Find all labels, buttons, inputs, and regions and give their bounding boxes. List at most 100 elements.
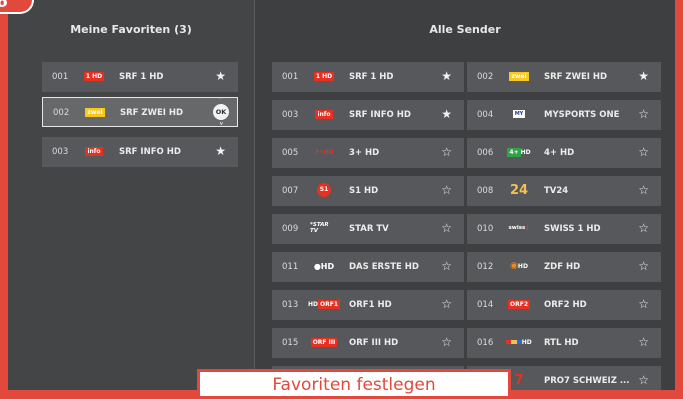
tv-channel-screen: Meine Favoriten (3) 001 1 HD SRF 1 HD ★ … bbox=[8, 0, 675, 390]
tv24-logo: 24 bbox=[509, 182, 529, 198]
channel-name: SWISS 1 HD bbox=[544, 224, 601, 234]
ok-button[interactable]: OK bbox=[213, 104, 229, 120]
channel-number: 003 bbox=[52, 147, 69, 157]
channel-number: 004 bbox=[477, 110, 494, 120]
channel-name: ZDF HD bbox=[544, 262, 581, 272]
channel-number: 007 bbox=[282, 186, 299, 196]
fav-channel-row[interactable]: 001 1 HD SRF 1 HD ★ bbox=[42, 62, 238, 92]
channel-name: MYSPORTS ONE bbox=[544, 110, 620, 120]
channel-number: 012 bbox=[477, 262, 494, 272]
star-outline-icon[interactable]: ☆ bbox=[638, 259, 649, 273]
channel-number: 002 bbox=[53, 108, 70, 118]
star-filled-icon[interactable]: ★ bbox=[638, 69, 649, 83]
favorites-title: Meine Favoriten (3) bbox=[70, 23, 192, 36]
star-filled-icon[interactable]: ★ bbox=[215, 69, 226, 83]
star-outline-icon[interactable]: ☆ bbox=[441, 145, 452, 159]
star-outline-icon[interactable]: ☆ bbox=[441, 183, 452, 197]
channel-number: 001 bbox=[52, 72, 69, 82]
move-down-icon[interactable]: v bbox=[220, 122, 223, 127]
channel-number: 014 bbox=[477, 300, 494, 310]
star-outline-icon[interactable]: ☆ bbox=[638, 145, 649, 159]
orf2-logo: ORF2 bbox=[508, 299, 530, 309]
fav-channel-row[interactable]: 003 info SRF INFO HD ★ bbox=[42, 137, 238, 167]
star-filled-icon[interactable]: ★ bbox=[441, 69, 452, 83]
channel-name: DAS ERSTE HD bbox=[349, 262, 419, 272]
channel-number: 016 bbox=[477, 338, 494, 348]
srf1-logo: 1 HD bbox=[313, 71, 335, 81]
channel-number: 010 bbox=[477, 224, 494, 234]
channel-row[interactable]: 015 ORF III ORF III HD ☆ bbox=[272, 328, 464, 358]
channel-number: 005 bbox=[282, 148, 299, 158]
channel-row[interactable]: 012 ◉ HD ZDF HD ☆ bbox=[467, 252, 661, 282]
channel-name: PRO7 SCHWEIZ ... bbox=[544, 376, 630, 386]
channel-row[interactable]: 013 HD ORF1 ORF1 HD ☆ bbox=[272, 290, 464, 320]
channel-name: SRF 1 HD bbox=[119, 72, 164, 82]
srf-info-logo: info bbox=[85, 146, 103, 156]
channel-row[interactable]: 008 24 TV24 ☆ bbox=[467, 176, 661, 206]
zdf-logo: ◉ HD bbox=[510, 261, 528, 271]
channel-row[interactable]: 001 1 HD SRF 1 HD ★ bbox=[272, 62, 464, 92]
channel-row[interactable]: 004 MY MYSPORTS ONE ☆ bbox=[467, 100, 661, 130]
channel-row[interactable]: 014 ORF2 ORF2 HD ☆ bbox=[467, 290, 661, 320]
star-outline-icon[interactable]: ☆ bbox=[638, 373, 649, 387]
3plus-logo: 3+HD bbox=[314, 148, 334, 156]
fav-channel-row-selected[interactable]: 002 zwei SRF ZWEI HD ^ OK v bbox=[42, 97, 238, 127]
channel-name: ORF1 HD bbox=[349, 300, 392, 310]
channel-number: 008 bbox=[477, 186, 494, 196]
channel-row[interactable]: 010 swiss 1 SWISS 1 HD ☆ bbox=[467, 214, 661, 244]
channel-row[interactable]: 011 ●HD DAS ERSTE HD ☆ bbox=[272, 252, 464, 282]
channel-number: 006 bbox=[477, 148, 494, 158]
move-up-icon[interactable]: ^ bbox=[219, 98, 223, 103]
channel-number: 009 bbox=[282, 224, 299, 234]
srf-info-logo: info bbox=[315, 109, 333, 119]
channel-row[interactable]: 007 S1 S1 HD ☆ bbox=[272, 176, 464, 206]
channel-name: RTL HD bbox=[544, 338, 579, 348]
star-outline-icon[interactable]: ☆ bbox=[638, 221, 649, 235]
channel-name: S1 HD bbox=[349, 186, 379, 196]
star-tv-logo: *STAR TV bbox=[310, 222, 329, 234]
channel-number: 011 bbox=[282, 262, 299, 272]
star-outline-icon[interactable]: ☆ bbox=[638, 297, 649, 311]
channel-number: 002 bbox=[477, 72, 494, 82]
star-outline-icon[interactable]: ☆ bbox=[441, 259, 452, 273]
channel-row[interactable]: 003 info SRF INFO HD ★ bbox=[272, 100, 464, 130]
channel-name: 3+ HD bbox=[349, 148, 380, 158]
channel-row[interactable]: 006 4+ HD 4+ HD ☆ bbox=[467, 138, 661, 168]
das-erste-logo: ●HD bbox=[313, 261, 335, 271]
star-filled-icon[interactable]: ★ bbox=[215, 144, 226, 158]
channel-name: ORF III HD bbox=[349, 338, 399, 348]
channel-name: SRF ZWEI HD bbox=[544, 72, 608, 82]
swiss1-logo: swiss 1 bbox=[508, 224, 530, 232]
channel-name: SRF INFO HD bbox=[119, 147, 181, 157]
star-outline-icon[interactable]: ☆ bbox=[441, 221, 452, 235]
all-channels-title: Alle Sender bbox=[429, 23, 501, 36]
mysports-logo: MY bbox=[512, 110, 526, 118]
channel-row[interactable]: 009 *STAR TV STAR TV ☆ bbox=[272, 214, 464, 244]
channel-name: SRF INFO HD bbox=[349, 110, 411, 120]
star-outline-icon[interactable]: ☆ bbox=[441, 297, 452, 311]
channel-number: 003 bbox=[282, 110, 299, 120]
rtl-logo: ... HD bbox=[506, 338, 532, 346]
star-outline-icon[interactable]: ☆ bbox=[638, 183, 649, 197]
s1-logo: S1 bbox=[310, 183, 338, 197]
channel-row[interactable]: 016 ... HD RTL HD ☆ bbox=[467, 328, 661, 358]
orf1-logo: HD ORF1 bbox=[308, 299, 341, 309]
channel-row[interactable]: 002 zwei SRF ZWEI HD ★ bbox=[467, 62, 661, 92]
star-filled-icon[interactable]: ★ bbox=[441, 107, 452, 121]
channel-number: 013 bbox=[282, 300, 299, 310]
srf-zwei-logo: zwei bbox=[509, 71, 529, 81]
srf1-logo: 1 HD bbox=[83, 71, 105, 81]
orf3-logo: ORF III bbox=[310, 337, 338, 347]
channel-name: TV24 bbox=[544, 186, 569, 196]
channel-name: STAR TV bbox=[349, 224, 389, 234]
channel-row[interactable]: 005 3+HD 3+ HD ☆ bbox=[272, 138, 464, 168]
star-outline-icon[interactable]: ☆ bbox=[638, 107, 649, 121]
star-outline-icon[interactable]: ☆ bbox=[638, 335, 649, 349]
caption-banner: Favoriten festlegen bbox=[197, 369, 511, 399]
channel-number: 001 bbox=[282, 72, 299, 82]
4plus-logo: 4+ HD bbox=[507, 147, 531, 157]
star-outline-icon[interactable]: ☆ bbox=[441, 335, 452, 349]
favorites-panel: Meine Favoriten (3) 001 1 HD SRF 1 HD ★ … bbox=[8, 0, 255, 390]
srf-zwei-logo: zwei bbox=[85, 107, 105, 117]
channel-name: SRF ZWEI HD bbox=[120, 108, 184, 118]
